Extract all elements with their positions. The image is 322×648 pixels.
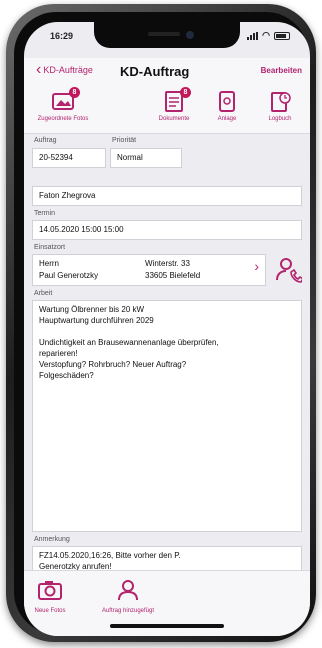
status-time: 16:29 — [50, 31, 74, 41]
photo-icon: 8 — [51, 87, 80, 112]
action-toolbar: 8 Zugeordnete Fotos 8 Dokumente Anlage L… — [24, 86, 310, 134]
auftrag-label: Auftrag — [34, 137, 57, 144]
toolbar-documents-button[interactable]: 8 Dokumente — [152, 87, 196, 122]
notch — [94, 22, 240, 48]
arbeit-line: Verstopfung? Rohrbruch? Neuer Auftrag? — [39, 360, 187, 369]
toolbar-anlage-label: Anlage — [217, 116, 237, 122]
einsatzort-salutation: Herrn — [39, 259, 60, 268]
toolbar-logbook-label: Logbuch — [268, 116, 292, 122]
einsatzort-street: Winterstr. 33 — [145, 259, 190, 268]
prioritaet-label: Priorität — [112, 137, 137, 144]
assign-order-label: Auftrag hinzugefügt — [101, 608, 155, 614]
navigation-bar: ‹ KD-Aufträge KD-Auftrag Bearbeiten — [24, 58, 310, 86]
arbeit-textarea[interactable]: Wartung Ölbrenner bis 20 kW Hauptwartung… — [32, 300, 302, 532]
arbeit-line — [39, 326, 295, 337]
phone-frame: 16:29 ◠ ‹ KD-Aufträge KD-Auftrag Bearbei… — [6, 4, 316, 642]
termin-label: Termin — [34, 210, 56, 217]
einsatzort-field[interactable]: Herrn Paul Generotzky Winterstr. 33 3360… — [32, 254, 266, 286]
prioritaet-field[interactable]: Normal — [110, 148, 182, 168]
documents-badge: 8 — [180, 87, 191, 98]
new-photos-button[interactable]: Neue Fotos — [32, 579, 68, 614]
arbeit-line: Folgeschäden? — [39, 371, 94, 380]
call-contact-button[interactable] — [274, 254, 305, 286]
chevron-right-icon: › — [254, 258, 259, 274]
arbeit-line: reparieren! — [39, 349, 78, 358]
toolbar-documents-label: Dokumente — [158, 116, 190, 122]
camera-icon — [38, 581, 62, 600]
auftrag-field[interactable]: 20-52394 — [32, 148, 106, 168]
anmerkung-line: FZ14.05.2020,16:26, Bitte vorher den P. — [39, 551, 181, 560]
new-photos-label: Neue Fotos — [34, 608, 66, 614]
einsatzort-label: Einsatzort — [34, 244, 66, 251]
back-button-label: KD-Aufträge — [43, 65, 93, 75]
termin-field[interactable]: 14.05.2020 15:00 15:00 — [32, 220, 302, 240]
document-icon: 8 — [162, 87, 191, 112]
bearbeiter-field[interactable]: Faton Zhegrova — [32, 186, 302, 206]
back-button[interactable]: ‹ KD-Aufträge — [36, 61, 93, 78]
anmerkung-label: Anmerkung — [34, 536, 70, 543]
toolbar-logbook-button[interactable]: Logbuch — [260, 90, 300, 122]
toolbar-photos-label: Zugeordnete Fotos — [37, 116, 89, 122]
battery-icon — [274, 31, 290, 40]
edit-button[interactable]: Bearbeiten — [261, 66, 302, 75]
toolbar-photos-button[interactable]: 8 Zugeordnete Fotos — [34, 87, 92, 122]
device-icon — [215, 90, 239, 112]
einsatzort-city: 33605 Bielefeld — [145, 271, 201, 280]
arbeit-line: Hauptwartung durchführen 2029 — [39, 316, 154, 325]
chevron-left-icon: ‹ — [36, 61, 42, 78]
arbeit-line: Wartung Ölbrenner bis 20 kW — [39, 305, 145, 314]
einsatzort-name: Paul Generotzky — [39, 271, 99, 280]
page-title: KD-Auftrag — [120, 64, 190, 79]
arbeit-line: Undichtigkeit an Brausewannenanlage über… — [39, 338, 219, 347]
toolbar-anlage-button[interactable]: Anlage — [210, 90, 244, 122]
home-indicator — [110, 624, 224, 628]
phone-contact-icon — [276, 258, 305, 283]
assign-order-button[interactable]: Auftrag hinzugefügt — [90, 579, 166, 614]
photos-badge: 8 — [69, 87, 80, 98]
signal-icon — [247, 31, 259, 40]
wifi-icon: ◠ — [262, 30, 270, 40]
bottom-toolbar: Neue Fotos Auftrag hinzugefügt — [24, 570, 310, 636]
person-icon — [118, 580, 138, 601]
arbeit-label: Arbeit — [34, 290, 53, 297]
app-screen: 16:29 ◠ ‹ KD-Aufträge KD-Auftrag Bearbei… — [24, 22, 310, 636]
logbook-icon — [268, 90, 292, 112]
